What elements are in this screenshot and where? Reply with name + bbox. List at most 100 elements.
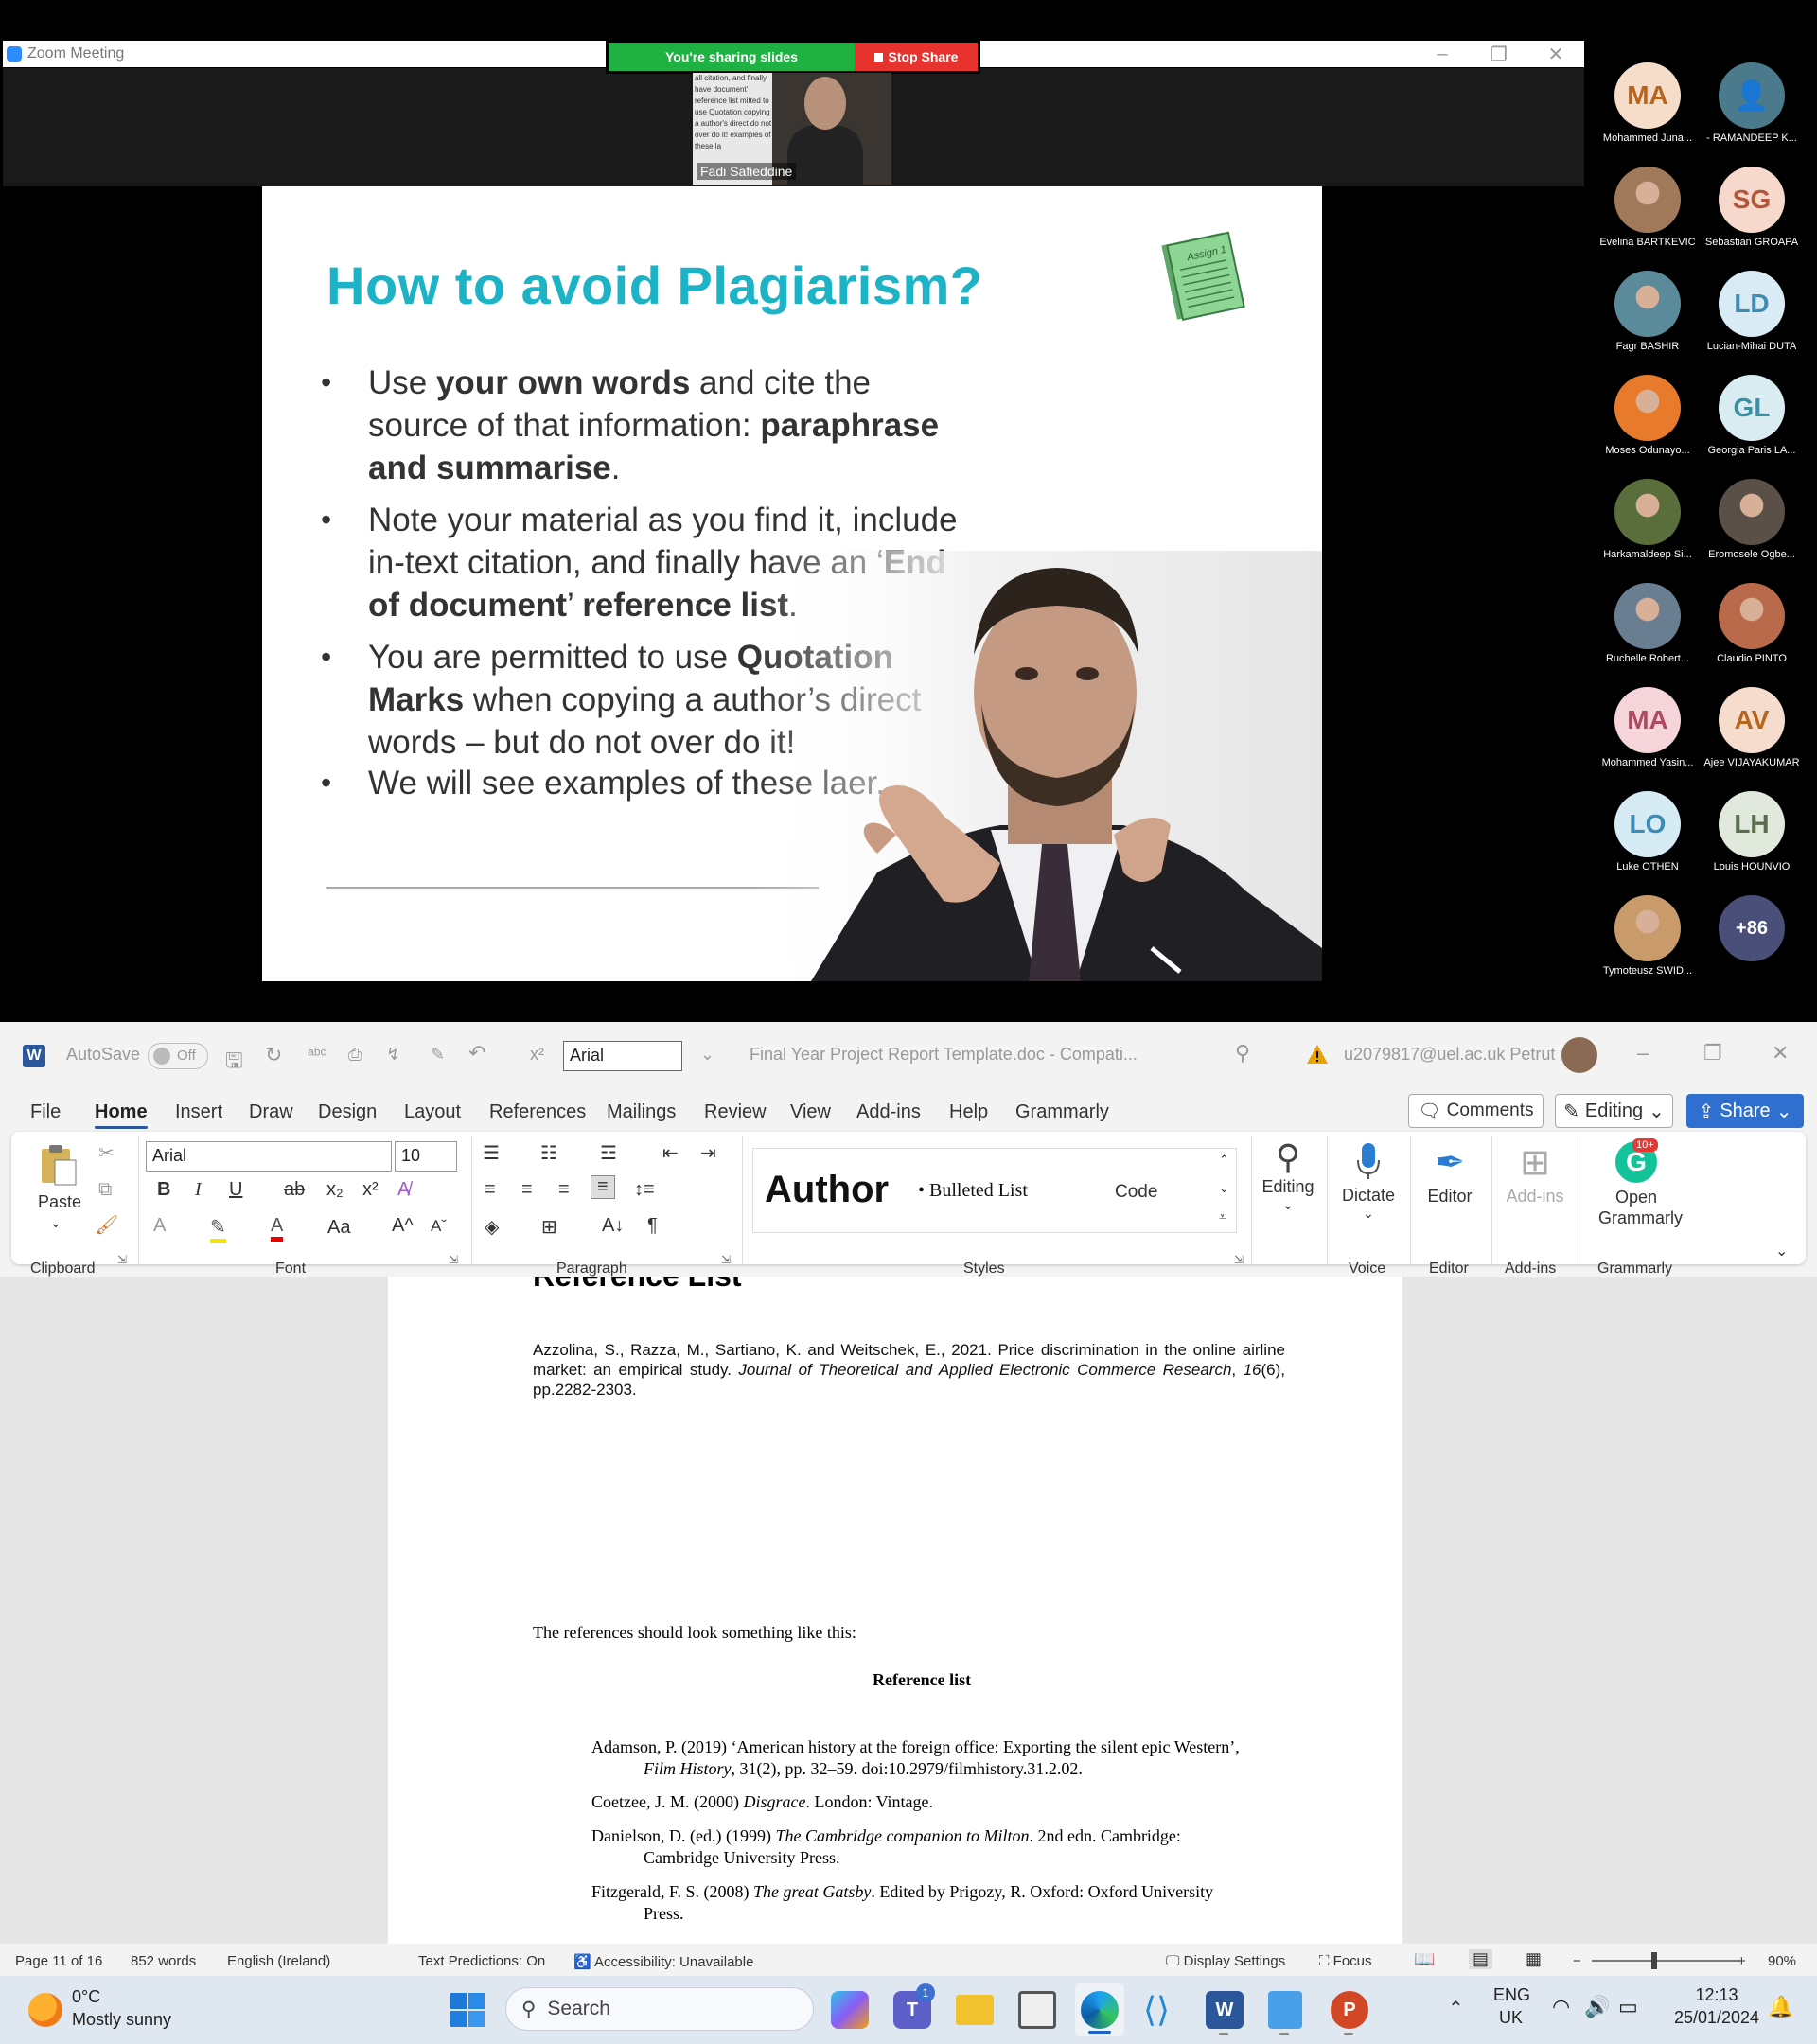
show-formatting-icon[interactable]: ¶	[647, 1215, 658, 1237]
strikethrough-icon[interactable]: ab	[284, 1179, 305, 1201]
borders-icon[interactable]: ⊞	[541, 1215, 557, 1239]
editing-group-button[interactable]: ⚲ Editing ⌄	[1259, 1137, 1317, 1213]
track-changes-icon[interactable]: ↯	[386, 1045, 400, 1065]
paragraph-launcher-icon[interactable]: ⇲	[721, 1253, 731, 1266]
word-minimize-icon[interactable]: –	[1637, 1041, 1649, 1066]
tab-review[interactable]: Review	[704, 1101, 767, 1123]
sharing-status[interactable]: You're sharing slides	[609, 43, 855, 71]
minimize-icon[interactable]: –	[1414, 44, 1471, 65]
style-author[interactable]: Author	[765, 1169, 889, 1211]
decrease-indent-icon[interactable]: ⇤	[662, 1141, 679, 1165]
tab-grammarly[interactable]: Grammarly	[1015, 1101, 1109, 1123]
change-case-icon[interactable]: Aa	[327, 1217, 350, 1239]
tab-references[interactable]: References	[489, 1101, 586, 1123]
numbering-icon[interactable]: ☷	[540, 1141, 557, 1165]
comments-button[interactable]: 🗨 Comments	[1408, 1094, 1544, 1128]
participant-tile[interactable]: SG Sebastian GROAPA	[1700, 165, 1804, 269]
clock-date[interactable]: 25/01/2024	[1669, 2008, 1764, 2028]
warning-icon[interactable]	[1306, 1043, 1329, 1066]
store-icon[interactable]	[1018, 1991, 1056, 2029]
sort-icon[interactable]: A↓	[602, 1215, 624, 1237]
participant-tile[interactable]: GL Georgia Paris LA...	[1700, 373, 1804, 477]
tab-mailings[interactable]: Mailings	[607, 1101, 676, 1123]
tab-layout[interactable]: Layout	[404, 1101, 461, 1123]
editing-mode-button[interactable]: ✎ Editing ⌄	[1555, 1094, 1673, 1128]
underline-icon[interactable]: U	[229, 1179, 242, 1201]
qat-font-select[interactable]: Arial	[563, 1041, 682, 1071]
bullets-icon[interactable]: ☰	[483, 1141, 500, 1165]
start-icon[interactable]	[450, 1993, 485, 2027]
print-layout-icon[interactable]: ▤	[1469, 1949, 1493, 1969]
powerpoint-icon[interactable]: P	[1331, 1991, 1368, 2029]
zoom-slider[interactable]	[1592, 1960, 1739, 1962]
notifications-icon[interactable]: 🔔	[1768, 1995, 1793, 2019]
input-language[interactable]: ENG	[1493, 1985, 1530, 2005]
copy-icon[interactable]: ⧉	[98, 1179, 112, 1201]
subscript-icon[interactable]: x₂	[326, 1179, 344, 1201]
read-mode-icon[interactable]: 📖	[1414, 1949, 1435, 1969]
participant-tile[interactable]: Fagr BASHIR	[1596, 269, 1700, 373]
collapse-ribbon-icon[interactable]: ⌄	[1775, 1242, 1788, 1260]
customize-qat-icon[interactable]: ⌄	[700, 1045, 714, 1065]
word-restore-icon[interactable]: ❐	[1703, 1041, 1722, 1066]
styles-launcher-icon[interactable]: ⇲	[1234, 1253, 1244, 1266]
participant-tile[interactable]: MA Mohammed Juna...	[1596, 61, 1700, 165]
superscript-qat-icon[interactable]: x²	[530, 1045, 544, 1065]
weather-icon[interactable]	[28, 1993, 62, 2027]
tab-help[interactable]: Help	[949, 1101, 988, 1123]
participant-tile[interactable]: 👤 - RAMANDEEP K...	[1700, 61, 1804, 165]
align-center-icon[interactable]: ≡	[521, 1179, 533, 1201]
notepad-icon[interactable]	[1268, 1991, 1302, 2029]
paste-options-icon[interactable]: ⌄	[50, 1215, 62, 1231]
zoom-slider-thumb[interactable]	[1651, 1952, 1657, 1969]
editor-button[interactable]: ✒ Editor	[1418, 1141, 1482, 1207]
text-effects-icon[interactable]: A	[153, 1215, 166, 1237]
shading-icon[interactable]: ◈	[485, 1215, 499, 1239]
paste-label[interactable]: Paste	[38, 1192, 81, 1212]
tab-file[interactable]: File	[30, 1101, 61, 1123]
word-taskbar-icon[interactable]: W	[1206, 1991, 1244, 2029]
format-painter-icon[interactable]: 🖌	[95, 1213, 118, 1237]
file-explorer-icon[interactable]	[956, 1995, 994, 2025]
align-left-icon[interactable]: ≡	[485, 1179, 496, 1201]
style-bulleted-list[interactable]: • Bulleted List	[918, 1180, 1028, 1202]
participant-tile[interactable]: Harkamaldeep Si...	[1596, 477, 1700, 581]
vscode-icon[interactable]: ⟨⟩	[1143, 1991, 1170, 2029]
participant-tile[interactable]: LD Lucian-Mihai DUTA	[1700, 269, 1804, 373]
account-avatar[interactable]	[1561, 1037, 1597, 1073]
search-icon[interactable]: ⚲	[1235, 1041, 1250, 1066]
zoom-level[interactable]: 90%	[1768, 1953, 1796, 1969]
undo-icon[interactable]: ↶	[468, 1041, 485, 1066]
participant-tile[interactable]: Eromosele Ogbe...	[1700, 477, 1804, 581]
paste-icon[interactable]	[38, 1143, 79, 1187]
style-code[interactable]: Code	[1115, 1182, 1157, 1203]
share-button[interactable]: ⇪ Share ⌄	[1686, 1094, 1804, 1128]
tray-overflow-icon[interactable]: ⌃	[1448, 1997, 1464, 2020]
language-status[interactable]: English (Ireland)	[227, 1953, 330, 1969]
participant-tile[interactable]: Ruchelle Robert...	[1596, 581, 1700, 685]
cut-icon[interactable]: ✂	[98, 1141, 115, 1165]
addins-button[interactable]: ⊞ Add-ins	[1499, 1141, 1571, 1207]
input-region[interactable]: UK	[1499, 2008, 1523, 2028]
styles-more-icon[interactable]: ⩡	[1219, 1209, 1226, 1225]
line-spacing-icon[interactable]: ↕≡	[634, 1179, 655, 1201]
participant-tile[interactable]: Moses Odunayo...	[1596, 373, 1700, 477]
styles-scroll-up-icon[interactable]: ⌃	[1219, 1153, 1229, 1168]
account-name[interactable]: u2079817@uel.ac.uk Petrut	[1344, 1045, 1555, 1065]
draw-icon[interactable]: ✎	[431, 1045, 445, 1065]
taskbar-search[interactable]: ⚲ Search	[505, 1987, 814, 2031]
multilevel-list-icon[interactable]: ☲	[600, 1141, 617, 1165]
close-icon[interactable]: ✕	[1527, 43, 1584, 66]
participant-tile[interactable]: LO Luke OTHEN	[1596, 789, 1700, 893]
word-close-icon[interactable]: ✕	[1772, 1041, 1789, 1066]
clock-time[interactable]: 12:13	[1679, 1985, 1755, 2005]
text-predictions[interactable]: Text Predictions: On	[418, 1953, 545, 1969]
stop-share-button[interactable]: Stop Share	[855, 43, 978, 71]
tab-addins[interactable]: Add-ins	[856, 1101, 921, 1123]
restore-icon[interactable]: ❐	[1471, 43, 1527, 66]
participant-tile[interactable]: Claudio PINTO	[1700, 581, 1804, 685]
justify-icon[interactable]: ≡	[591, 1175, 615, 1199]
document-title[interactable]: Final Year Project Report Template.doc -…	[750, 1045, 1138, 1065]
font-color-icon[interactable]: A	[271, 1215, 284, 1242]
display-settings[interactable]: 🖵 Display Settings	[1166, 1953, 1285, 1969]
